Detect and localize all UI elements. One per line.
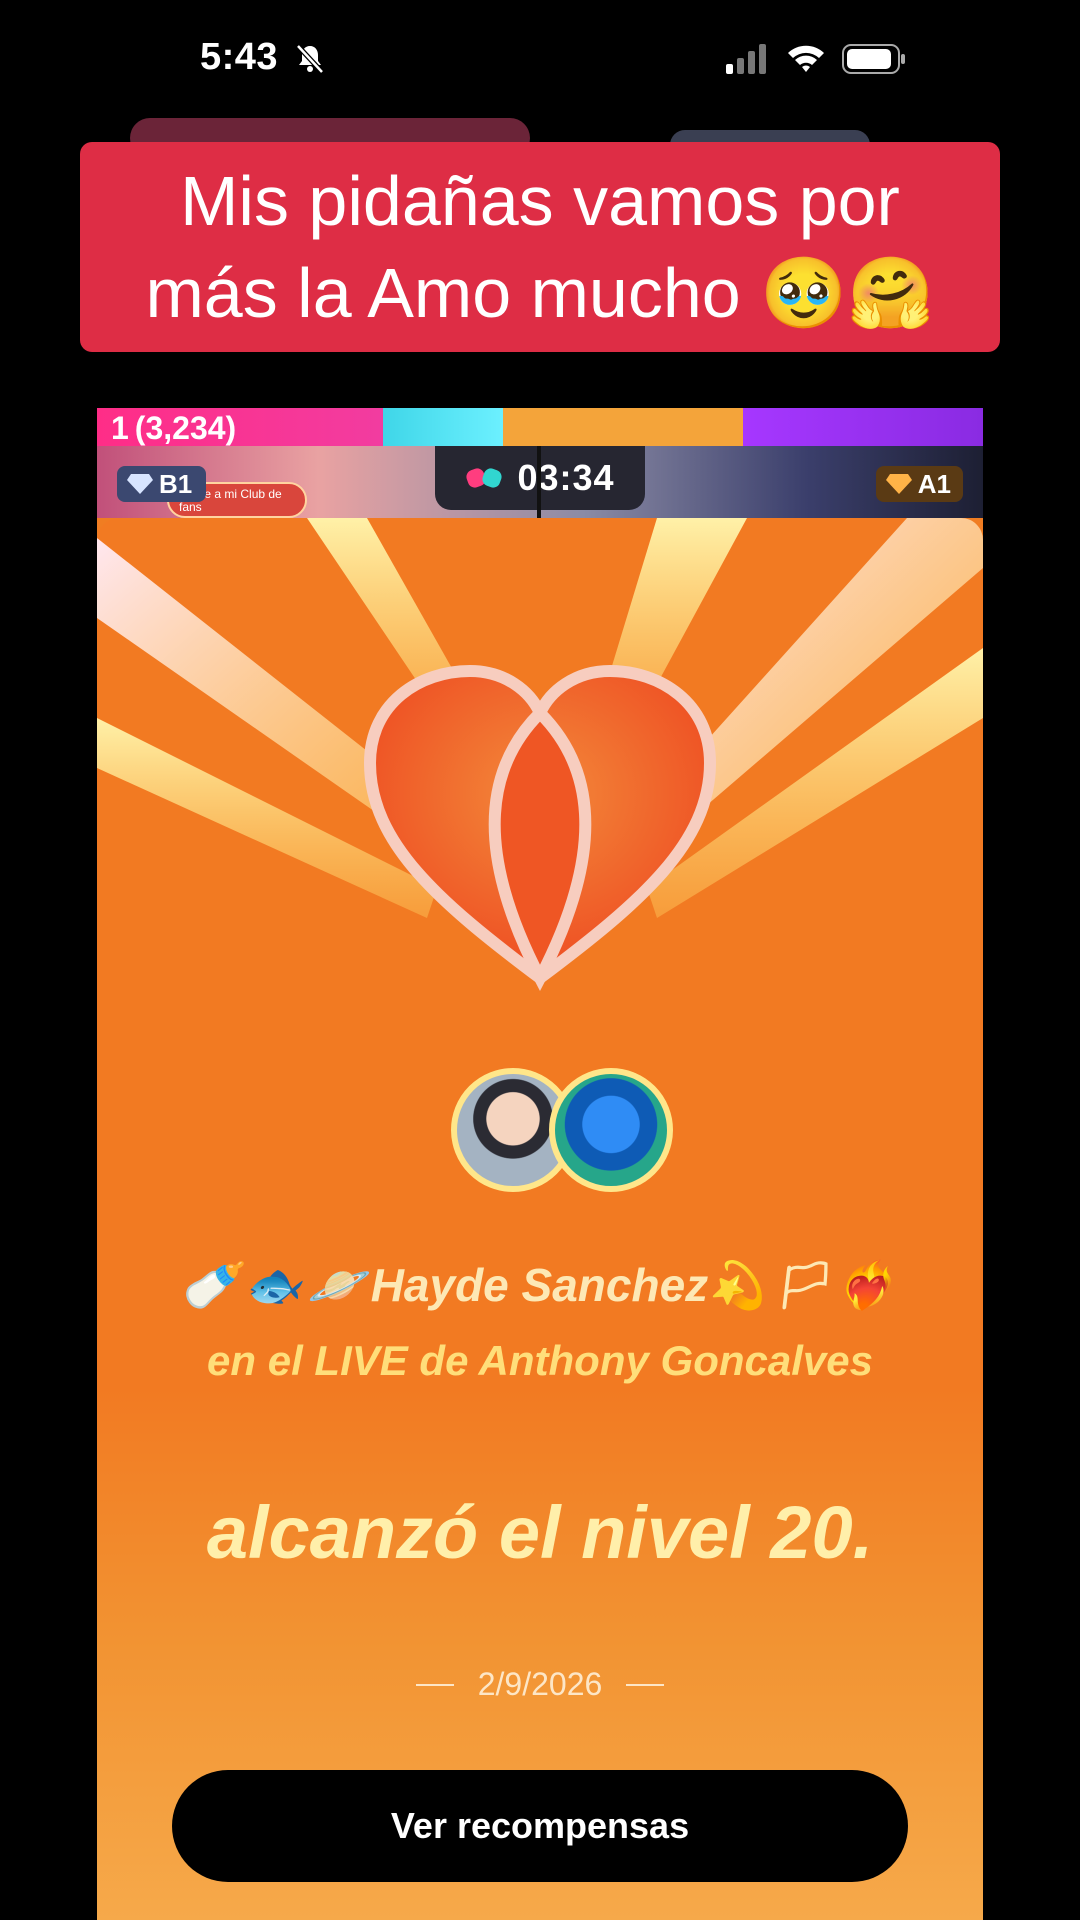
live-battle-frame: 1 (3,234) Únete a mi Club de fans B1 A1 0… <box>97 408 983 1920</box>
name-icons-left: 🍼🐟🪐 <box>180 1259 371 1311</box>
battle-score-label: 1 (3,234) <box>111 410 236 447</box>
view-rewards-button[interactable]: Ver recompensas <box>172 1770 908 1882</box>
level-up-context: en el LIVE de Anthony Goncalves <box>207 1337 873 1384</box>
left-rank-badge[interactable]: B1 <box>117 466 207 502</box>
battle-bar-right <box>743 408 983 446</box>
participant-avatars <box>451 1068 673 1196</box>
battle-timer-text: 03:34 <box>517 457 615 498</box>
name-icons-right: 💫🏳❤️‍🔥 <box>708 1259 900 1311</box>
diamond-icon <box>127 474 153 494</box>
battle-divider <box>537 446 541 518</box>
boxing-gloves-icon <box>466 468 503 488</box>
wifi-icon <box>788 45 824 72</box>
level-up-panel: 🍼🐟🪐Hayde Sanchez💫🏳❤️‍🔥 en el LIVE de Ant… <box>97 518 983 1920</box>
battle-score-bar: 1 (3,234) <box>97 408 983 446</box>
avatar-viewer[interactable] <box>549 1068 673 1192</box>
video-caption: Mis pidañas vamos por más la Amo mucho 🥹… <box>80 142 1000 352</box>
date-dash-left <box>415 1683 454 1686</box>
right-rank-badge[interactable]: A1 <box>875 466 963 502</box>
cellular-signal-icon <box>726 44 766 74</box>
level-up-user-name: Hayde Sanchez <box>370 1259 709 1311</box>
battle-rank: 1 <box>111 410 129 446</box>
battle-bar-segment-orange <box>503 408 743 446</box>
battle-bar-left: 1 (3,234) <box>97 408 383 446</box>
status-time: 5:43 <box>200 36 279 78</box>
diamond-icon <box>885 474 912 494</box>
level-up-date: 2/9/2026 <box>477 1666 603 1702</box>
left-rank-label: B1 <box>159 468 193 499</box>
status-bar: 5:43 <box>0 0 1080 120</box>
battle-score: (3,234) <box>134 410 237 446</box>
caption-text: Mis pidañas vamos por más la Amo mucho 🥹… <box>145 162 935 332</box>
right-rank-label: A1 <box>917 468 951 499</box>
bell-muted-icon <box>296 44 324 74</box>
level-up-user: 🍼🐟🪐Hayde Sanchez💫🏳❤️‍🔥 <box>97 1258 983 1313</box>
date-dash-right <box>626 1683 665 1686</box>
level-up-date-row: 2/9/2026 <box>97 1666 983 1703</box>
battle-bar-segment-cyan <box>383 408 503 446</box>
level-up-text: alcanzó el nivel 20. <box>206 1491 874 1574</box>
battery-icon <box>842 44 905 74</box>
heart-logo-icon <box>363 664 717 992</box>
